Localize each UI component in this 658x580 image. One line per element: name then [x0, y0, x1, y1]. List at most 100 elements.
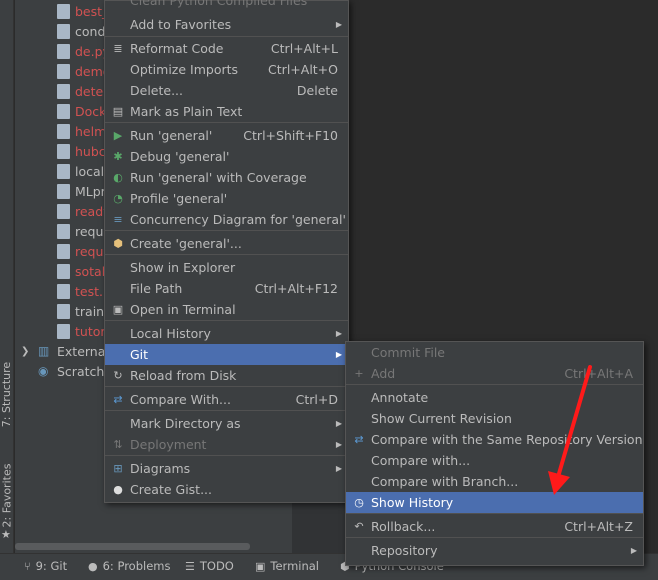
- menu-item-mark-as-plain-text[interactable]: ▤ Mark as Plain Text: [105, 101, 348, 122]
- run-icon: ▶: [113, 129, 123, 142]
- menu-separator: [105, 410, 348, 411]
- menu-item-delete[interactable]: Delete... Delete: [105, 80, 348, 101]
- menu-item-shortcut: Ctrl+Alt+O: [268, 62, 338, 77]
- menu-item-label: Run 'general' with Coverage: [130, 170, 307, 185]
- menu-item-label: Mark as Plain Text: [130, 104, 243, 119]
- compare-icon: ⇄: [354, 433, 364, 446]
- menu-item-label: Local History: [130, 326, 211, 341]
- file-file-icon: [57, 183, 70, 199]
- external-libraries-label: External: [57, 343, 109, 359]
- menu-item-run-general-with-coverage[interactable]: ◐ Run 'general' with Coverage: [105, 167, 348, 188]
- menu-item-create-gist[interactable]: ● Create Gist...: [105, 479, 348, 500]
- submenu-arrow-icon: ▶: [335, 329, 342, 338]
- debug-icon: ✱: [113, 150, 123, 163]
- submenu-arrow-icon: ▶: [335, 464, 342, 473]
- concurrency-icon: ≡: [113, 213, 123, 226]
- git-item-rollback[interactable]: ↶ Rollback... Ctrl+Alt+Z: [346, 516, 643, 537]
- coverage-icon: ◐: [113, 171, 123, 184]
- left-tool-strip: 7: Structure 2: Favorites ★: [0, 0, 14, 553]
- git-item-repository[interactable]: Repository ▶: [346, 540, 643, 561]
- py-file-icon: [57, 263, 70, 279]
- py-file-icon: [57, 203, 70, 219]
- menu-item-open-in-terminal[interactable]: ▣ Open in Terminal: [105, 299, 348, 320]
- python-icon: ⬢: [113, 237, 123, 250]
- menu-separator: [105, 230, 348, 231]
- file-file-icon: [57, 243, 70, 259]
- ipy-file-icon: [57, 323, 70, 339]
- problems-tool-button[interactable]: ● 6: Problems: [88, 559, 170, 573]
- menu-item-add-to-favorites[interactable]: Add to Favorites ▶: [105, 14, 348, 35]
- menu-item-label: Delete...: [130, 83, 183, 98]
- menu-item-mark-directory-as[interactable]: Mark Directory as ▶: [105, 413, 348, 434]
- git-item-commit-file[interactable]: Commit File: [346, 342, 643, 363]
- menu-item-label: Commit File: [371, 345, 445, 360]
- menu-item-label: Compare with...: [371, 453, 471, 468]
- structure-tab-label: 7: Structure: [0, 361, 14, 427]
- menu-item-label: Profile 'general': [130, 191, 228, 206]
- submenu-arrow-icon: ▶: [335, 350, 342, 359]
- submenu-arrow-icon: ▶: [335, 440, 342, 449]
- menu-item-file-path[interactable]: File Path Ctrl+Alt+F12: [105, 278, 348, 299]
- menu-item-git[interactable]: Git ▶: [105, 344, 348, 365]
- menu-item-create-general[interactable]: ⬢ Create 'general'...: [105, 233, 348, 254]
- menu-item-profile-general[interactable]: ◔ Profile 'general': [105, 188, 348, 209]
- problems-tool-label: 6: Problems: [102, 559, 171, 573]
- menu-separator: [105, 254, 348, 255]
- menu-separator: [105, 320, 348, 321]
- menu-separator: [105, 386, 348, 387]
- yml-file-icon: [57, 23, 70, 39]
- diagrams-icon: ⊞: [113, 462, 123, 475]
- menu-item-label: Diagrams: [130, 461, 191, 476]
- reload-icon: ↻: [113, 369, 123, 382]
- menu-item-compare-with[interactable]: ⇄ Compare With... Ctrl+D: [105, 389, 348, 410]
- menu-item-label: Repository: [371, 543, 438, 558]
- todo-tool-button[interactable]: ☰ TODO: [185, 559, 234, 573]
- menu-item-shortcut: Delete: [296, 83, 338, 98]
- git-tool-label: 9: Git: [35, 559, 68, 573]
- menu-item-debug-general[interactable]: ✱ Debug 'general': [105, 146, 348, 167]
- menu-item-label: Show History: [371, 495, 454, 510]
- menu-item-label: Optimize Imports: [130, 62, 239, 77]
- terminal-tool-button[interactable]: ▣ Terminal: [255, 559, 319, 573]
- menu-item-reformat-code[interactable]: ≣ Reformat Code Ctrl+Alt+L: [105, 38, 348, 59]
- file-name: hubc: [75, 143, 106, 159]
- menu-item-run-general[interactable]: ▶ Run 'general' Ctrl+Shift+F10: [105, 125, 348, 146]
- menu-item-diagrams[interactable]: ⊞ Diagrams ▶: [105, 458, 348, 479]
- submenu-arrow-icon: ▶: [335, 20, 342, 29]
- yml-file-icon: [57, 143, 70, 159]
- menu-item-label: Mark Directory as: [130, 416, 241, 431]
- sh-file-icon: [57, 163, 70, 179]
- favorites-tool-tab[interactable]: 2: Favorites: [0, 460, 14, 530]
- menu-item-local-history[interactable]: Local History ▶: [105, 323, 348, 344]
- py-file-icon: [57, 283, 70, 299]
- menu-item-clean-compiled[interactable]: Clean Python Compiled Files: [105, 0, 348, 11]
- menu-item-label: File Path: [130, 281, 183, 296]
- file-name: requi: [75, 223, 107, 239]
- project-context-menu: Clean Python Compiled Files Add to Favor…: [104, 0, 349, 503]
- add-icon: +: [354, 367, 364, 380]
- profile-icon: ◔: [113, 192, 123, 205]
- menu-item-label: Compare With...: [130, 392, 231, 407]
- git-tool-button[interactable]: ⑂ 9: Git: [24, 559, 67, 573]
- menu-item-optimize-imports[interactable]: Optimize Imports Ctrl+Alt+O: [105, 59, 348, 80]
- expand-arrow-icon[interactable]: ❯: [21, 346, 29, 357]
- submenu-arrow-icon: ▶: [630, 546, 637, 555]
- menu-item-label: Open in Terminal: [130, 302, 236, 317]
- favorites-tab-label: 2: Favorites: [0, 463, 14, 527]
- file-name: requi: [75, 243, 107, 259]
- menu-item-show-in-explorer[interactable]: Show in Explorer: [105, 257, 348, 278]
- menu-item-label: Add to Favorites: [130, 17, 232, 32]
- menu-item-label: Create Gist...: [130, 482, 213, 497]
- menu-item-deployment[interactable]: ⇅ Deployment ▶: [105, 434, 348, 455]
- tree-horizontal-scrollbar[interactable]: [15, 543, 250, 550]
- structure-tool-tab[interactable]: 7: Structure: [0, 358, 14, 430]
- py-file-icon: [57, 43, 70, 59]
- file-name: helm: [75, 123, 107, 139]
- menu-separator: [105, 455, 348, 456]
- menu-item-concurrency-diagram-for-general[interactable]: ≡ Concurrency Diagram for 'general': [105, 209, 348, 230]
- annotation-arrow: [548, 365, 592, 495]
- menu-separator: [105, 122, 348, 123]
- submenu-arrow-icon: ▶: [335, 419, 342, 428]
- menu-item-label: Deployment: [130, 437, 207, 452]
- menu-item-reload-from-disk[interactable]: ↻ Reload from Disk: [105, 365, 348, 386]
